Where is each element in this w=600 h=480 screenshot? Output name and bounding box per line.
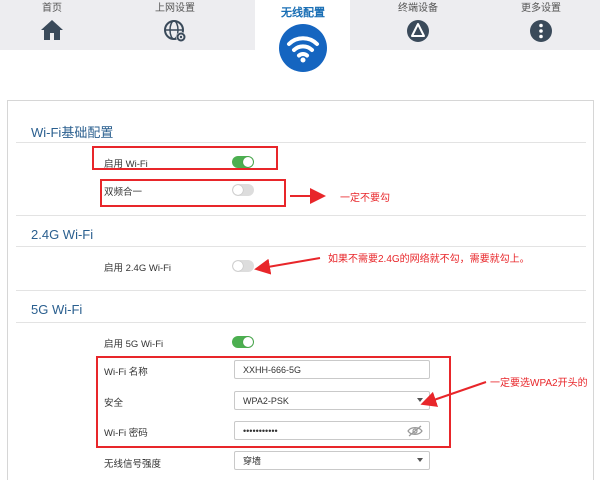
arrow-2g [254, 257, 321, 275]
arrow-security [420, 381, 487, 407]
annotation-2g-note: 如果不需要2.4G的网络就不勾，需要就勾上。 [328, 254, 530, 265]
annotation-dual-band-note: 一定不要勾 [340, 193, 390, 204]
annotation-security-note: 一定要选WPA2开头的 [490, 378, 588, 389]
annotation-arrows [254, 188, 487, 407]
